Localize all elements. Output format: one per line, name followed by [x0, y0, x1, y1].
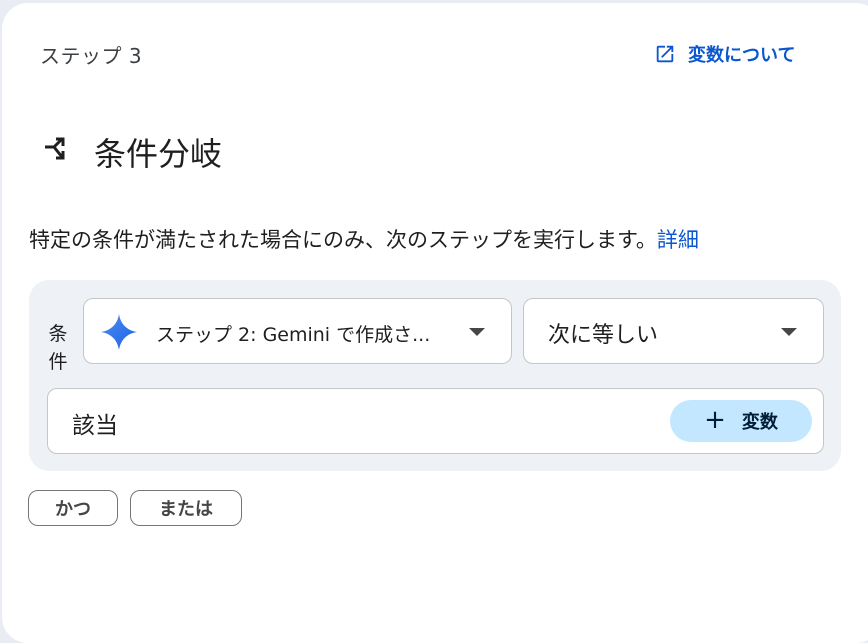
step-select[interactable]: ステップ 2: Gemini で作成さ... — [83, 298, 512, 364]
step-label: ステップ 3 — [40, 44, 143, 68]
plus-icon: + — [704, 404, 726, 435]
open-in-new-icon — [654, 43, 676, 65]
or-button[interactable]: または — [130, 490, 242, 526]
title-row: 条件分岐 — [42, 129, 222, 175]
about-variables-link[interactable]: 変数について — [654, 41, 795, 67]
operator-select[interactable]: 次に等しい — [523, 298, 824, 364]
add-variable-label: 変数 — [741, 412, 778, 433]
condition-value-text: 該当 — [72, 413, 118, 439]
page-title: 条件分岐 — [94, 135, 223, 173]
condition-panel: 条件 ステップ 2: Gemini で作成さ... 次に等しい 該当 + 変数 — [29, 280, 841, 471]
add-variable-button[interactable]: + 変数 — [670, 400, 812, 442]
step-card: ステップ 3 変数について 条件分岐 特定の条件が満たされた場合にのみ、次のステ… — [2, 3, 868, 643]
condition-value-input[interactable]: 該当 + 変数 — [47, 388, 824, 454]
description: 特定の条件が満たされた場合にのみ、次のステップを実行します。詳細 — [29, 224, 699, 254]
step-select-value: ステップ 2: Gemini で作成さ... — [156, 324, 431, 346]
operator-select-value: 次に等しい — [548, 323, 659, 348]
and-button[interactable]: かつ — [28, 490, 118, 526]
condition-label: 条件 — [48, 323, 68, 373]
branch-icon — [42, 135, 72, 169]
description-text: 特定の条件が満たされた場合にのみ、次のステップを実行します。 — [29, 228, 657, 252]
chevron-down-icon — [469, 328, 485, 336]
details-link[interactable]: 詳細 — [657, 228, 699, 252]
chevron-down-icon — [781, 328, 797, 336]
gemini-sparkle-icon — [99, 312, 139, 356]
about-variables-label: 変数について — [688, 45, 796, 66]
